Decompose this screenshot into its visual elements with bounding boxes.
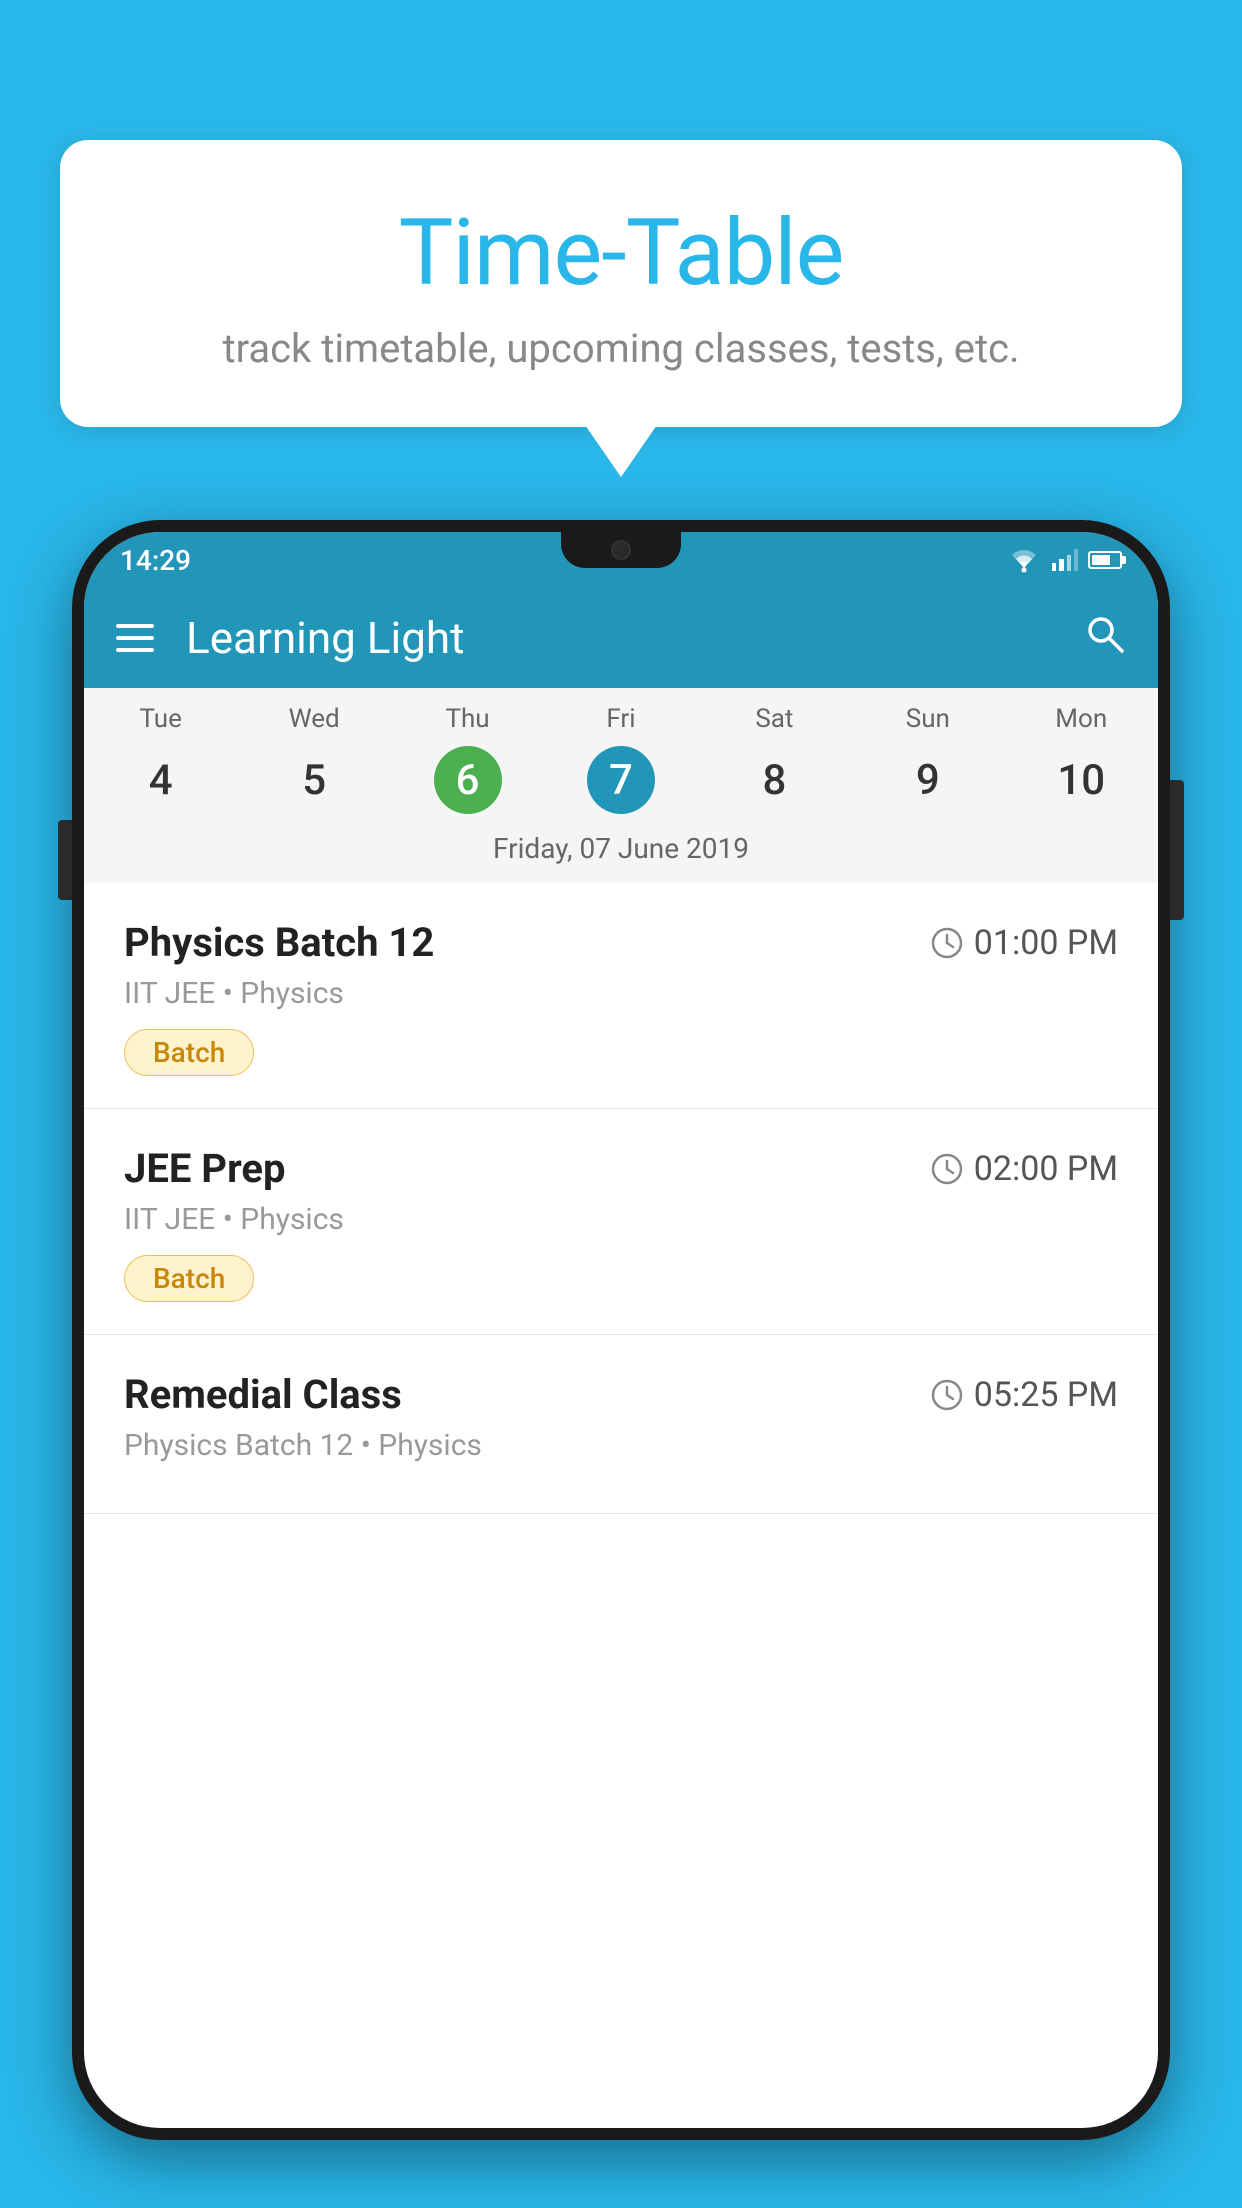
selected-date-label: Friday, 07 June 2019 [84, 822, 1158, 883]
day-number: 10 [1047, 746, 1115, 814]
clock-icon [930, 926, 964, 960]
day-col[interactable]: Sat 8 [698, 704, 851, 814]
wifi-icon [1006, 546, 1042, 574]
day-name: Mon [1005, 704, 1158, 734]
day-number: 7 [587, 746, 655, 814]
schedule-item-time: 01:00 PM [930, 923, 1118, 963]
hamburger-line [116, 624, 154, 628]
day-name: Fri [544, 704, 697, 734]
hamburger-line [116, 648, 154, 652]
day-col[interactable]: Wed 5 [237, 704, 390, 814]
app-bar: Learning Light [84, 588, 1158, 688]
day-col[interactable]: Thu 6 [391, 704, 544, 814]
day-col[interactable]: Tue 4 [84, 704, 237, 814]
day-number: 8 [740, 746, 808, 814]
schedule-item-header: Physics Batch 12 01:00 PM [124, 919, 1118, 966]
day-number: 9 [894, 746, 962, 814]
search-button[interactable] [1082, 611, 1126, 666]
day-name: Tue [84, 704, 237, 734]
time-text: 05:25 PM [974, 1375, 1118, 1415]
bubble-subtitle: track timetable, upcoming classes, tests… [120, 325, 1122, 372]
day-number: 6 [434, 746, 502, 814]
schedule-item-subtitle: Physics Batch 12 • Physics [124, 1428, 1118, 1463]
day-name: Wed [237, 704, 390, 734]
day-col[interactable]: Sun 9 [851, 704, 1004, 814]
phone-container: 14:29 [72, 520, 1170, 2208]
menu-button[interactable] [116, 624, 154, 652]
schedule-item[interactable]: JEE Prep 02:00 PM IIT JEE • Physics Batch [84, 1109, 1158, 1335]
front-camera [611, 540, 631, 560]
batch-badge: Batch [124, 1255, 254, 1302]
weekdays-row: Tue 4 Wed 5 Thu 6 Fri 7 Sat 8 Sun 9 Mon 10 [84, 688, 1158, 822]
battery-fill [1092, 555, 1110, 565]
schedule-item-time: 02:00 PM [930, 1149, 1118, 1189]
clock-icon [930, 1378, 964, 1412]
speech-bubble-container: Time-Table track timetable, upcoming cla… [60, 140, 1182, 427]
phone-outer: 14:29 [72, 520, 1170, 2140]
phone-notch [561, 532, 681, 568]
schedule-item-header: Remedial Class 05:25 PM [124, 1371, 1118, 1418]
status-icons [1006, 546, 1122, 574]
app-bar-title: Learning Light [186, 612, 1050, 664]
status-time: 14:29 [120, 544, 191, 577]
schedule-item-title: Physics Batch 12 [124, 919, 434, 966]
day-name: Thu [391, 704, 544, 734]
speech-bubble: Time-Table track timetable, upcoming cla… [60, 140, 1182, 427]
calendar-section: Tue 4 Wed 5 Thu 6 Fri 7 Sat 8 Sun 9 Mon 10 Friday, 07… [84, 688, 1158, 883]
schedule-item-title: Remedial Class [124, 1371, 402, 1418]
hamburger-line [116, 636, 154, 640]
battery-icon [1088, 551, 1122, 569]
time-text: 02:00 PM [974, 1149, 1118, 1189]
schedule-item[interactable]: Physics Batch 12 01:00 PM IIT JEE • Physi… [84, 883, 1158, 1109]
bubble-title: Time-Table [120, 200, 1122, 307]
phone-screen: 14:29 [84, 532, 1158, 2128]
day-col[interactable]: Fri 7 [544, 704, 697, 814]
schedule-item-subtitle: IIT JEE • Physics [124, 1202, 1118, 1237]
day-number: 4 [127, 746, 195, 814]
schedule-item-time: 05:25 PM [930, 1375, 1118, 1415]
day-name: Sun [851, 704, 1004, 734]
clock-icon [930, 1152, 964, 1186]
signal-icon [1052, 549, 1078, 571]
schedule-item-header: JEE Prep 02:00 PM [124, 1145, 1118, 1192]
schedule-item-title: JEE Prep [124, 1145, 285, 1192]
day-number: 5 [280, 746, 348, 814]
batch-badge: Batch [124, 1029, 254, 1076]
schedule-item[interactable]: Remedial Class 05:25 PM Physics Batch 12 … [84, 1335, 1158, 1514]
time-text: 01:00 PM [974, 923, 1118, 963]
schedule-list: Physics Batch 12 01:00 PM IIT JEE • Physi… [84, 883, 1158, 1514]
day-name: Sat [698, 704, 851, 734]
day-col[interactable]: Mon 10 [1005, 704, 1158, 814]
schedule-item-subtitle: IIT JEE • Physics [124, 976, 1118, 1011]
